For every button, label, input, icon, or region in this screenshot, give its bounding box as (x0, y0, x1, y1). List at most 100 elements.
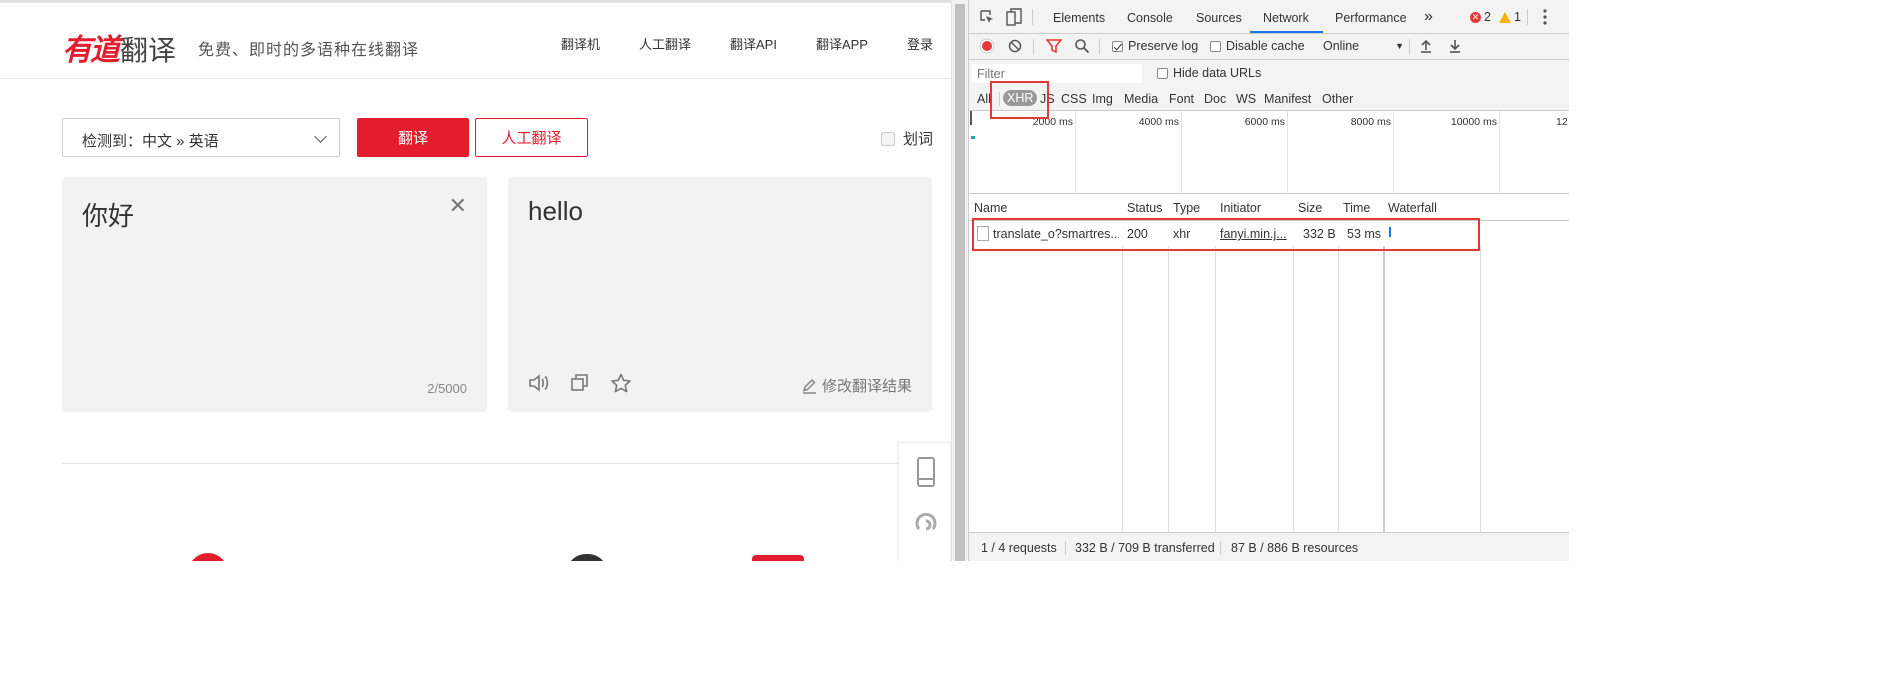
tab-elements[interactable]: Elements (1053, 11, 1105, 25)
mobile-icon[interactable] (916, 457, 936, 492)
hide-data-urls-checkbox[interactable] (1157, 67, 1168, 79)
nav-human-translation[interactable]: 人工翻译 (639, 34, 691, 53)
error-icon: ✕ (1470, 11, 1481, 23)
nav-translator-device[interactable]: 翻译机 (561, 34, 600, 53)
request-name[interactable]: translate_o?smartres... (993, 227, 1119, 241)
nav-login[interactable]: 登录 (907, 34, 933, 53)
page-scrollbar[interactable] (951, 0, 968, 561)
request-status: 200 (1127, 227, 1148, 241)
warning-icon (1498, 11, 1511, 23)
type-img[interactable]: Img (1092, 92, 1113, 106)
feedback-icon[interactable] (915, 511, 937, 542)
upload-icon[interactable] (1420, 39, 1432, 56)
word-select-toggle[interactable]: 划词 (881, 128, 933, 149)
preserve-log-toggle[interactable]: Preserve log (1112, 39, 1198, 53)
toolbar-separator (1527, 9, 1528, 25)
request-time: 53 ms (1347, 227, 1382, 241)
star-icon[interactable] (610, 373, 632, 398)
toolbar-separator (1099, 39, 1100, 55)
timeline-label: 2000 ms (1032, 116, 1073, 128)
hide-data-urls-toggle[interactable]: Hide data URLs (1157, 66, 1261, 80)
speaker-icon[interactable] (528, 373, 550, 398)
language-select[interactable]: 检测到：中文 » 英语 (62, 118, 340, 157)
column-header-name[interactable]: Name (974, 201, 1007, 215)
request-initiator[interactable]: fanyi.min.j... (1220, 227, 1290, 241)
tab-console[interactable]: Console (1127, 11, 1173, 25)
transferred-size: 332 B / 709 B transferred (1075, 541, 1215, 555)
column-header-time[interactable]: Time (1343, 201, 1370, 215)
error-count[interactable]: ✕ 2 1 (1470, 10, 1521, 24)
type-ws[interactable]: WS (1236, 92, 1256, 106)
timeline-label: 10000 ms (1450, 116, 1497, 128)
device-toolbar-icon[interactable] (1006, 8, 1022, 29)
toolbar-separator (1409, 39, 1410, 55)
type-media[interactable]: Media (1124, 92, 1158, 106)
tab-performance[interactable]: Performance (1335, 11, 1407, 25)
type-font[interactable]: Font (1169, 92, 1194, 106)
type-js[interactable]: JS (1040, 92, 1055, 106)
record-button[interactable] (979, 38, 995, 57)
table-row[interactable]: translate_o?smartres... 200 xhr fanyi.mi… (969, 221, 1569, 246)
filter-bar: Hide data URLs (969, 60, 1569, 87)
preserve-log-label: Preserve log (1128, 39, 1199, 53)
copy-icon[interactable] (570, 373, 590, 398)
waterfall-bar (1389, 227, 1391, 237)
tab-sources[interactable]: Sources (1196, 11, 1242, 25)
download-icon[interactable] (1449, 39, 1461, 56)
timeline-gridline (1075, 111, 1076, 194)
timeline-label: 6000 ms (1244, 116, 1285, 128)
human-translate-button[interactable]: 人工翻译 (475, 118, 588, 157)
disable-cache-label: Disable cache (1226, 39, 1305, 53)
type-manifest[interactable]: Manifest (1264, 92, 1311, 106)
nav-translate-api[interactable]: 翻译API (730, 34, 777, 53)
filter-icon[interactable] (1045, 39, 1063, 56)
timeline-gridline (1287, 111, 1288, 194)
inspect-icon[interactable] (979, 9, 995, 28)
clear-icon[interactable] (1008, 39, 1022, 56)
scrollbar-thumb[interactable] (955, 4, 965, 561)
throttle-select[interactable]: Online ▼ (1323, 39, 1404, 53)
edit-result-link[interactable]: 修改翻译结果 (801, 375, 912, 396)
timeline-label: 12 (1556, 116, 1568, 128)
throttle-value: Online (1323, 39, 1360, 53)
preserve-log-checkbox[interactable] (1112, 40, 1123, 52)
column-header-size[interactable]: Size (1298, 201, 1322, 215)
column-header-initiator[interactable]: Initiator (1220, 201, 1261, 215)
source-input-panel[interactable]: 你好 ✕ 2/5000 (62, 177, 487, 412)
table-header: Name Status Type Initiator Size Time Wat… (969, 194, 1569, 221)
type-doc[interactable]: Doc (1204, 92, 1226, 106)
search-icon[interactable] (1074, 38, 1090, 57)
youdao-logo[interactable]: 有道 翻译 (62, 25, 176, 69)
column-header-status[interactable]: Status (1127, 201, 1162, 215)
word-select-checkbox[interactable] (881, 131, 895, 146)
source-text[interactable]: 你好 (82, 196, 134, 233)
result-text: hello (528, 196, 583, 226)
more-options-icon[interactable] (1543, 9, 1547, 28)
network-overview-timeline[interactable]: 2000 ms 4000 ms 6000 ms 8000 ms 10000 ms… (969, 111, 1569, 194)
column-header-waterfall[interactable]: Waterfall (1388, 201, 1437, 215)
slogan: 免费、即时的多语种在线翻译 (198, 42, 420, 59)
toolbar-separator (1032, 9, 1033, 25)
type-all[interactable]: All (977, 92, 991, 106)
type-other[interactable]: Other (1322, 92, 1353, 106)
timeline-label: 8000 ms (1350, 116, 1391, 128)
devtools-panel: Elements Console Sources Network Perform… (968, 0, 1569, 561)
close-icon[interactable]: ✕ (449, 195, 467, 217)
timeline-gridline (1393, 111, 1394, 194)
column-header-type[interactable]: Type (1173, 201, 1200, 215)
disable-cache-checkbox[interactable] (1210, 40, 1221, 52)
nav-translate-app[interactable]: 翻译APP (816, 34, 868, 53)
devtools-tabbar: Elements Console Sources Network Perform… (969, 0, 1569, 34)
type-separator (999, 92, 1000, 106)
status-separator (1220, 541, 1221, 555)
type-xhr[interactable]: XHR (1003, 90, 1038, 106)
requests-table: Name Status Type Initiator Size Time Wat… (969, 194, 1569, 532)
toolbar-separator (1033, 39, 1034, 55)
tab-network[interactable]: Network (1263, 11, 1309, 25)
promo-image (566, 554, 608, 561)
type-css[interactable]: CSS (1061, 92, 1087, 106)
translate-button[interactable]: 翻译 (357, 118, 469, 157)
more-tabs-button[interactable]: » (1424, 8, 1433, 26)
disable-cache-toggle[interactable]: Disable cache (1210, 39, 1305, 53)
filter-input[interactable] (972, 64, 1142, 83)
